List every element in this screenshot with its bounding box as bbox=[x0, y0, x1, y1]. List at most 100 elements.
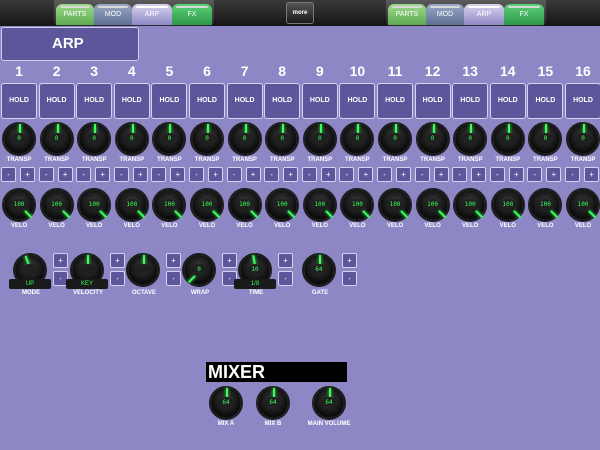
tab-fx[interactable]: FX bbox=[172, 4, 212, 25]
transpose-knob[interactable]: 0 bbox=[302, 122, 337, 156]
transpose-minus-button[interactable]: - bbox=[1, 167, 16, 182]
transpose-knob[interactable]: 0 bbox=[490, 122, 525, 156]
octave-knob[interactable] bbox=[126, 253, 160, 287]
transpose-plus-button[interactable]: + bbox=[20, 167, 35, 182]
transpose-minus-button[interactable]: - bbox=[489, 167, 505, 182]
velocity-knob[interactable]: 100 bbox=[227, 188, 262, 222]
hold-button[interactable]: HOLD bbox=[377, 83, 413, 119]
transpose-plus-button[interactable]: + bbox=[584, 167, 599, 182]
gate-knob[interactable]: 64 bbox=[302, 253, 336, 287]
transpose-plus-button[interactable]: + bbox=[433, 167, 449, 182]
tab-mod[interactable]: MOD bbox=[426, 4, 464, 25]
transpose-plus-button[interactable]: + bbox=[283, 167, 299, 182]
transpose-minus-button[interactable]: - bbox=[38, 167, 54, 182]
transpose-minus-button[interactable]: - bbox=[76, 167, 92, 182]
tab-parts[interactable]: PARTS bbox=[388, 4, 426, 25]
hold-button[interactable]: HOLD bbox=[489, 83, 526, 119]
velocity-knob[interactable]: 100 bbox=[152, 188, 187, 222]
transpose-knob[interactable]: 0 bbox=[528, 122, 563, 156]
transpose-knob[interactable]: 0 bbox=[114, 122, 149, 156]
main-volume-knob[interactable]: 64 bbox=[312, 386, 346, 420]
transpose-plus-button[interactable]: + bbox=[396, 167, 411, 182]
transpose-minus-button[interactable]: - bbox=[264, 167, 280, 182]
transpose-knob[interactable]: 0 bbox=[2, 122, 36, 156]
tab-fx[interactable]: FX bbox=[504, 4, 544, 25]
gate-minus-button[interactable]: - bbox=[342, 271, 357, 286]
transpose-plus-button[interactable]: + bbox=[358, 167, 374, 182]
transpose-knob[interactable]: 0 bbox=[152, 122, 187, 156]
hold-button[interactable]: HOLD bbox=[76, 83, 113, 119]
transpose-knob[interactable]: 0 bbox=[77, 122, 112, 156]
transpose-knob[interactable]: 0 bbox=[378, 122, 412, 156]
transpose-knob[interactable]: 0 bbox=[190, 122, 224, 156]
transpose-knob[interactable]: 0 bbox=[39, 122, 74, 156]
transpose-minus-button[interactable]: - bbox=[377, 167, 392, 182]
velocity-knob[interactable]: 100 bbox=[39, 188, 74, 222]
hold-button[interactable]: HOLD bbox=[527, 83, 564, 119]
velocity-knob[interactable]: 100 bbox=[77, 188, 112, 222]
velocity-knob[interactable]: 100 bbox=[340, 188, 375, 222]
gate-plus-button[interactable]: + bbox=[342, 253, 357, 268]
velocity-knob[interactable]: 100 bbox=[265, 188, 300, 222]
tab-parts[interactable]: PARTS bbox=[56, 4, 94, 25]
velocity-knob[interactable]: 100 bbox=[302, 188, 337, 222]
hold-button[interactable]: HOLD bbox=[189, 83, 225, 119]
transpose-knob[interactable]: 0 bbox=[227, 122, 262, 156]
transpose-minus-button[interactable]: - bbox=[452, 167, 468, 182]
velocity-knob[interactable]: 100 bbox=[2, 188, 36, 222]
velocity-knob[interactable]: 100 bbox=[490, 188, 525, 222]
transpose-minus-button[interactable]: - bbox=[226, 167, 242, 182]
hold-button[interactable]: HOLD bbox=[38, 83, 75, 119]
transpose-plus-button[interactable]: + bbox=[471, 167, 487, 182]
transpose-knob[interactable]: 0 bbox=[566, 122, 600, 156]
transpose-plus-button[interactable]: + bbox=[95, 167, 111, 182]
transpose-plus-button[interactable]: + bbox=[208, 167, 223, 182]
tab-arp[interactable]: ARP bbox=[464, 4, 504, 25]
hold-button[interactable]: HOLD bbox=[565, 83, 600, 119]
wrap-knob[interactable]: 0 bbox=[182, 253, 216, 287]
velocity-knob[interactable]: 100 bbox=[378, 188, 412, 222]
time-minus-button[interactable]: - bbox=[278, 271, 293, 286]
hold-button[interactable]: HOLD bbox=[151, 83, 188, 119]
hold-button[interactable]: HOLD bbox=[301, 83, 338, 119]
hold-button[interactable]: HOLD bbox=[113, 83, 150, 119]
transpose-minus-button[interactable]: - bbox=[301, 167, 317, 182]
hold-button[interactable]: HOLD bbox=[226, 83, 263, 119]
transpose-knob[interactable]: 0 bbox=[340, 122, 375, 156]
velocity-label: VELO bbox=[386, 223, 404, 229]
transpose-plus-button[interactable]: + bbox=[320, 167, 336, 182]
more-button[interactable]: more bbox=[286, 2, 314, 24]
hold-button[interactable]: HOLD bbox=[1, 83, 37, 119]
hold-button[interactable]: HOLD bbox=[264, 83, 301, 119]
transpose-plus-button[interactable]: + bbox=[57, 167, 73, 182]
transpose-minus-button[interactable]: - bbox=[414, 167, 430, 182]
transpose-plus-button[interactable]: + bbox=[508, 167, 524, 182]
tab-mod[interactable]: MOD bbox=[94, 4, 132, 25]
transpose-plus-button[interactable]: + bbox=[132, 167, 148, 182]
transpose-knob[interactable]: 0 bbox=[453, 122, 488, 156]
hold-button[interactable]: HOLD bbox=[339, 83, 376, 119]
hold-button[interactable]: HOLD bbox=[414, 83, 451, 119]
transpose-knob[interactable]: 0 bbox=[415, 122, 450, 156]
transpose-minus-button[interactable]: - bbox=[339, 167, 355, 182]
transpose-minus-button[interactable]: - bbox=[189, 167, 204, 182]
velocity-knob[interactable]: 100 bbox=[415, 188, 450, 222]
tab-arp[interactable]: ARP bbox=[132, 4, 172, 25]
transpose-knob[interactable]: 0 bbox=[265, 122, 300, 156]
transpose-minus-button[interactable]: - bbox=[565, 167, 580, 182]
transpose-plus-button[interactable]: + bbox=[245, 167, 261, 182]
velocity-knob[interactable]: 100 bbox=[528, 188, 563, 222]
velocity-knob[interactable]: 100 bbox=[190, 188, 224, 222]
velocity-knob[interactable]: 100 bbox=[566, 188, 600, 222]
time-plus-button[interactable]: + bbox=[278, 253, 293, 268]
transpose-plus-button[interactable]: + bbox=[170, 167, 186, 182]
transpose-minus-button[interactable]: - bbox=[151, 167, 167, 182]
velocity-knob[interactable]: 100 bbox=[114, 188, 149, 222]
transpose-minus-button[interactable]: - bbox=[113, 167, 129, 182]
velocity-knob[interactable]: 100 bbox=[453, 188, 488, 222]
transpose-minus-button[interactable]: - bbox=[527, 167, 543, 182]
transpose-plus-button[interactable]: + bbox=[546, 167, 562, 182]
mix-b-knob[interactable]: 64 bbox=[256, 386, 290, 420]
mix-a-knob[interactable]: 64 bbox=[209, 386, 243, 420]
hold-button[interactable]: HOLD bbox=[452, 83, 489, 119]
